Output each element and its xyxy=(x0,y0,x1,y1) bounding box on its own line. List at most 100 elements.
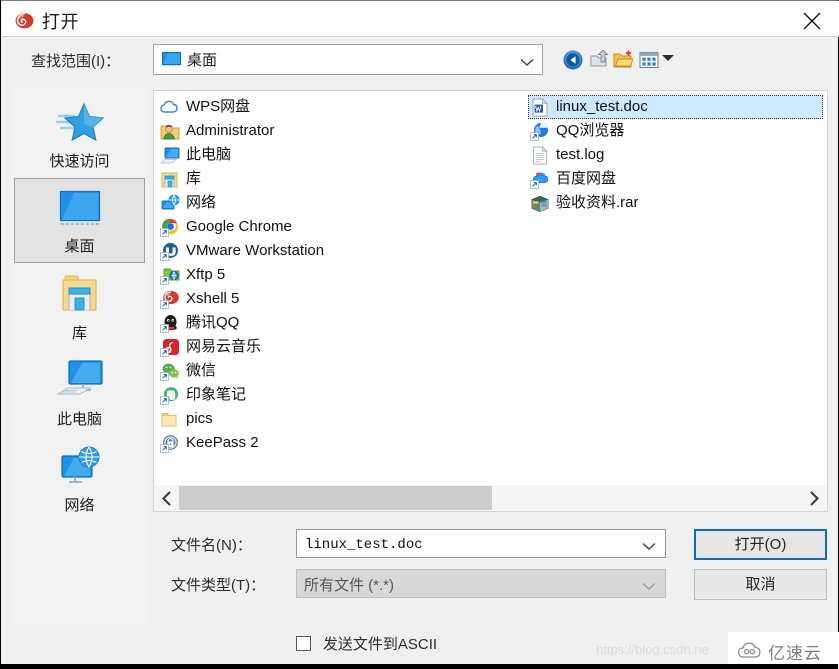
list-item-label: 百度网盘 xyxy=(556,170,617,187)
list-item[interactable]: 库 xyxy=(158,167,528,191)
sidebar-item-libraries[interactable]: 库 xyxy=(14,264,145,349)
list-item[interactable]: 网易云音乐 xyxy=(158,335,528,359)
checkbox-box[interactable] xyxy=(296,636,311,651)
list-item[interactable]: 印象笔记 xyxy=(158,383,528,407)
chevron-down-icon[interactable] xyxy=(520,54,534,70)
list-item[interactable]: test.log xyxy=(528,143,823,167)
list-item-label: QQ浏览器 xyxy=(556,122,625,139)
open-file-dialog: 打开 查找范围(I)： 桌面 快速访问 桌面 库 此电脑 网络 WPS网盘 Ad… xyxy=(0,0,839,669)
list-item[interactable]: linux_test.doc xyxy=(528,95,823,119)
sidebar-item-this-pc[interactable]: 此电脑 xyxy=(14,350,145,435)
list-item[interactable]: 百度网盘 xyxy=(528,167,823,191)
cancel-button[interactable]: 取消 xyxy=(694,569,827,600)
list-item-label: WPS网盘 xyxy=(186,98,251,115)
file-name-combobox[interactable] xyxy=(296,529,666,559)
vmware-shortcut-icon xyxy=(160,242,180,261)
sidebar-item-label: 网络 xyxy=(64,497,95,514)
send-file-as-ascii-checkbox[interactable]: 发送文件到ASCII xyxy=(296,633,437,654)
list-item-label: 印象笔记 xyxy=(186,386,247,403)
list-item[interactable]: 腾讯QQ xyxy=(158,311,528,335)
desktop-icon xyxy=(162,52,181,67)
list-item-label: pics xyxy=(186,410,213,427)
computer-icon xyxy=(159,146,180,165)
libraries-icon xyxy=(56,272,104,316)
new-folder-icon[interactable] xyxy=(612,48,636,72)
file-list-panel[interactable]: WPS网盘 Administrator 此电脑 库 网络 Google Chro… xyxy=(153,90,828,512)
star-icon xyxy=(55,100,104,144)
folder-icon xyxy=(160,410,180,429)
sidebar-item-label: 桌面 xyxy=(64,238,95,255)
list-item-label: Xshell 5 xyxy=(186,290,240,307)
look-in-combobox[interactable]: 桌面 xyxy=(153,44,543,75)
rar-archive-icon xyxy=(530,194,550,213)
qq-shortcut-icon xyxy=(160,314,180,333)
list-item-label: KeePass 2 xyxy=(186,434,259,451)
list-item[interactable]: 微信 xyxy=(158,359,528,383)
up-folder-icon[interactable] xyxy=(588,48,612,72)
evernote-shortcut-icon xyxy=(160,386,180,405)
file-name-input[interactable] xyxy=(303,530,637,559)
list-item[interactable]: Xftp 5 xyxy=(158,263,528,287)
netease-music-shortcut-icon xyxy=(160,338,180,357)
scrollbar-thumb[interactable] xyxy=(179,486,492,510)
list-item-label: Xftp 5 xyxy=(186,266,226,283)
network-icon xyxy=(56,444,104,488)
sidebar-item-network[interactable]: 网络 xyxy=(14,436,145,521)
title-bar-divider xyxy=(2,36,839,37)
list-item[interactable]: Google Chrome xyxy=(158,215,528,239)
wechat-shortcut-icon xyxy=(160,362,180,381)
sidebar-item-desktop[interactable]: 桌面 xyxy=(14,178,145,263)
user-folder-icon xyxy=(160,122,180,141)
list-item-label: 库 xyxy=(186,170,202,187)
cloud-logo-icon xyxy=(737,642,763,663)
file-type-label: 文件类型(T)： xyxy=(171,577,266,594)
back-icon[interactable] xyxy=(561,48,585,72)
list-item[interactable]: WPS网盘 xyxy=(158,95,528,119)
list-item[interactable]: KeePass 2 xyxy=(158,431,528,455)
file-list-column-2: linux_test.doc QQ浏览器 test.log 百度网盘 验收资料.… xyxy=(528,95,823,215)
list-item[interactable]: VMware Workstation xyxy=(158,239,528,263)
chevron-left-icon[interactable] xyxy=(156,485,178,511)
list-item-label: Google Chrome xyxy=(186,218,292,235)
title-bar: 打开 xyxy=(2,1,839,36)
list-item-label: 腾讯QQ xyxy=(186,314,240,331)
open-button[interactable]: 打开(O) xyxy=(694,529,827,560)
list-item[interactable]: 验收资料.rar xyxy=(528,191,823,215)
list-item-label: 网络 xyxy=(186,194,217,211)
network-icon xyxy=(160,194,180,213)
sidebar-item-quick-access[interactable]: 快速访问 xyxy=(14,92,145,177)
list-item-label: 验收资料.rar xyxy=(556,194,639,211)
list-item-label: linux_test.doc xyxy=(556,98,648,115)
checkbox-label: 发送文件到ASCII xyxy=(322,636,438,653)
look-in-label: 查找范围(I)： xyxy=(31,53,121,70)
list-item[interactable]: 此电脑 xyxy=(158,143,528,167)
libraries-icon xyxy=(160,170,180,189)
list-item-label: 网易云音乐 xyxy=(186,338,262,355)
close-icon[interactable] xyxy=(786,2,838,36)
sidebar-item-label: 快速访问 xyxy=(49,153,110,170)
word-doc-icon xyxy=(530,98,550,117)
list-item[interactable]: QQ浏览器 xyxy=(528,119,823,143)
chevron-down-icon[interactable] xyxy=(662,55,674,61)
chevron-down-icon[interactable] xyxy=(642,538,656,554)
xshell-shortcut-icon xyxy=(160,290,180,309)
list-item[interactable]: 网络 xyxy=(158,191,528,215)
sidebar-item-label: 此电脑 xyxy=(56,411,102,428)
chevron-right-icon[interactable] xyxy=(803,485,825,511)
list-item[interactable]: pics xyxy=(158,407,528,431)
list-item[interactable]: Administrator xyxy=(158,119,528,143)
cloud-icon xyxy=(160,98,180,117)
horizontal-scrollbar[interactable] xyxy=(154,485,827,511)
watermark-brand-text: 亿速云 xyxy=(768,644,822,663)
desktop-icon xyxy=(56,187,104,231)
file-name-label: 文件名(N)： xyxy=(171,537,252,554)
file-type-combobox[interactable]: 所有文件 (*.*) xyxy=(296,569,666,598)
text-file-icon xyxy=(530,146,550,165)
list-item[interactable]: Xshell 5 xyxy=(158,287,528,311)
keepass-shortcut-icon xyxy=(160,434,180,453)
chevron-down-icon[interactable] xyxy=(642,578,656,594)
list-item-label: VMware Workstation xyxy=(186,242,325,259)
xftp-shortcut-icon xyxy=(160,266,180,285)
views-icon[interactable] xyxy=(637,48,661,72)
list-item-label: test.log xyxy=(556,146,605,163)
